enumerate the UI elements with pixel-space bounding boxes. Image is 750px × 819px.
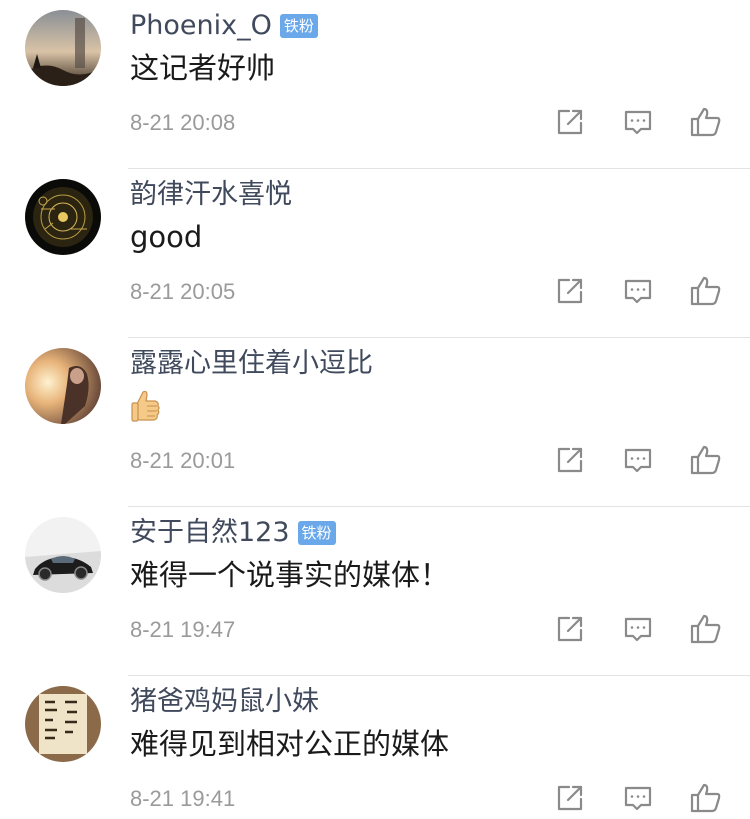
thumbs-up-emoji-icon — [130, 388, 160, 434]
fan-badge: 铁粉 — [297, 521, 336, 545]
reply-button[interactable] — [618, 102, 658, 142]
share-button[interactable] — [550, 440, 590, 480]
comment-icon — [624, 786, 652, 811]
username-text: 露露心里住着小逗比 — [130, 348, 373, 379]
comment-item: 安于自然123 铁粉 难得一个说事实的媒体！ 8-21 19:47 — [0, 507, 750, 676]
share-icon — [557, 278, 583, 304]
comment-item: 猪爸鸡妈鼠小妹 难得见到相对公正的媒体 8-21 19:41 — [0, 676, 750, 819]
comment-item: 韵律汗水喜悦 good 8-21 20:05 — [0, 169, 750, 338]
username-text: 韵律汗水喜悦 — [130, 179, 292, 210]
username[interactable]: 韵律汗水喜悦 — [130, 177, 292, 213]
username-text: Phoenix_O — [130, 10, 272, 41]
fan-badge: 铁粉 — [279, 14, 318, 38]
thumbs-up-icon — [690, 107, 721, 137]
share-icon — [557, 785, 583, 811]
share-icon — [557, 616, 583, 642]
like-button[interactable] — [686, 440, 726, 480]
share-button[interactable] — [550, 778, 590, 818]
comment-time: 8-21 19:41 — [130, 786, 236, 811]
avatar[interactable] — [25, 517, 101, 593]
share-button[interactable] — [550, 609, 590, 649]
share-button[interactable] — [550, 102, 590, 142]
username-text: 猪爸鸡妈鼠小妹 — [130, 686, 319, 717]
comment-icon — [624, 110, 652, 135]
reply-button[interactable] — [618, 778, 658, 818]
comment-item: 露露心里住着小逗比 8-21 20:01 — [0, 338, 750, 507]
username[interactable]: Phoenix_O 铁粉 — [130, 8, 318, 44]
thumbs-up-icon — [690, 276, 721, 306]
like-button[interactable] — [686, 271, 726, 311]
share-button[interactable] — [550, 271, 590, 311]
thumbs-up-icon — [690, 783, 721, 813]
username[interactable]: 露露心里住着小逗比 — [130, 346, 373, 382]
comment-time: 8-21 20:01 — [130, 448, 236, 473]
avatar[interactable] — [25, 10, 101, 86]
comment-text: 这记者好帅 — [130, 51, 276, 85]
comment-icon — [624, 279, 652, 304]
like-button[interactable] — [686, 102, 726, 142]
reply-button[interactable] — [618, 440, 658, 480]
like-button[interactable] — [686, 609, 726, 649]
comment-time: 8-21 19:47 — [130, 617, 236, 642]
username[interactable]: 猪爸鸡妈鼠小妹 — [130, 684, 319, 720]
avatar[interactable] — [25, 179, 101, 255]
comment-time: 8-21 20:08 — [130, 110, 236, 135]
thumbs-up-icon — [690, 614, 721, 644]
share-icon — [557, 109, 583, 135]
comment-icon — [624, 617, 652, 642]
comment-text: 难得见到相对公正的媒体 — [130, 727, 450, 761]
reply-button[interactable] — [618, 271, 658, 311]
username[interactable]: 安于自然123 铁粉 — [130, 515, 336, 551]
comment-text — [130, 386, 160, 434]
reply-button[interactable] — [618, 609, 658, 649]
like-button[interactable] — [686, 778, 726, 818]
thumbs-up-icon — [690, 445, 721, 475]
comment-icon — [624, 448, 652, 473]
avatar[interactable] — [25, 348, 101, 424]
username-text: 安于自然123 — [130, 517, 290, 548]
share-icon — [557, 447, 583, 473]
avatar[interactable] — [25, 686, 101, 762]
comment-item: Phoenix_O 铁粉 这记者好帅 8-21 20:08 — [0, 0, 750, 169]
comment-text: good — [130, 220, 203, 254]
comment-list: Phoenix_O 铁粉 这记者好帅 8-21 20:08 韵律汗水喜悦 goo… — [0, 0, 750, 819]
comment-text: 难得一个说事实的媒体！ — [130, 558, 450, 592]
comment-time: 8-21 20:05 — [130, 279, 236, 304]
